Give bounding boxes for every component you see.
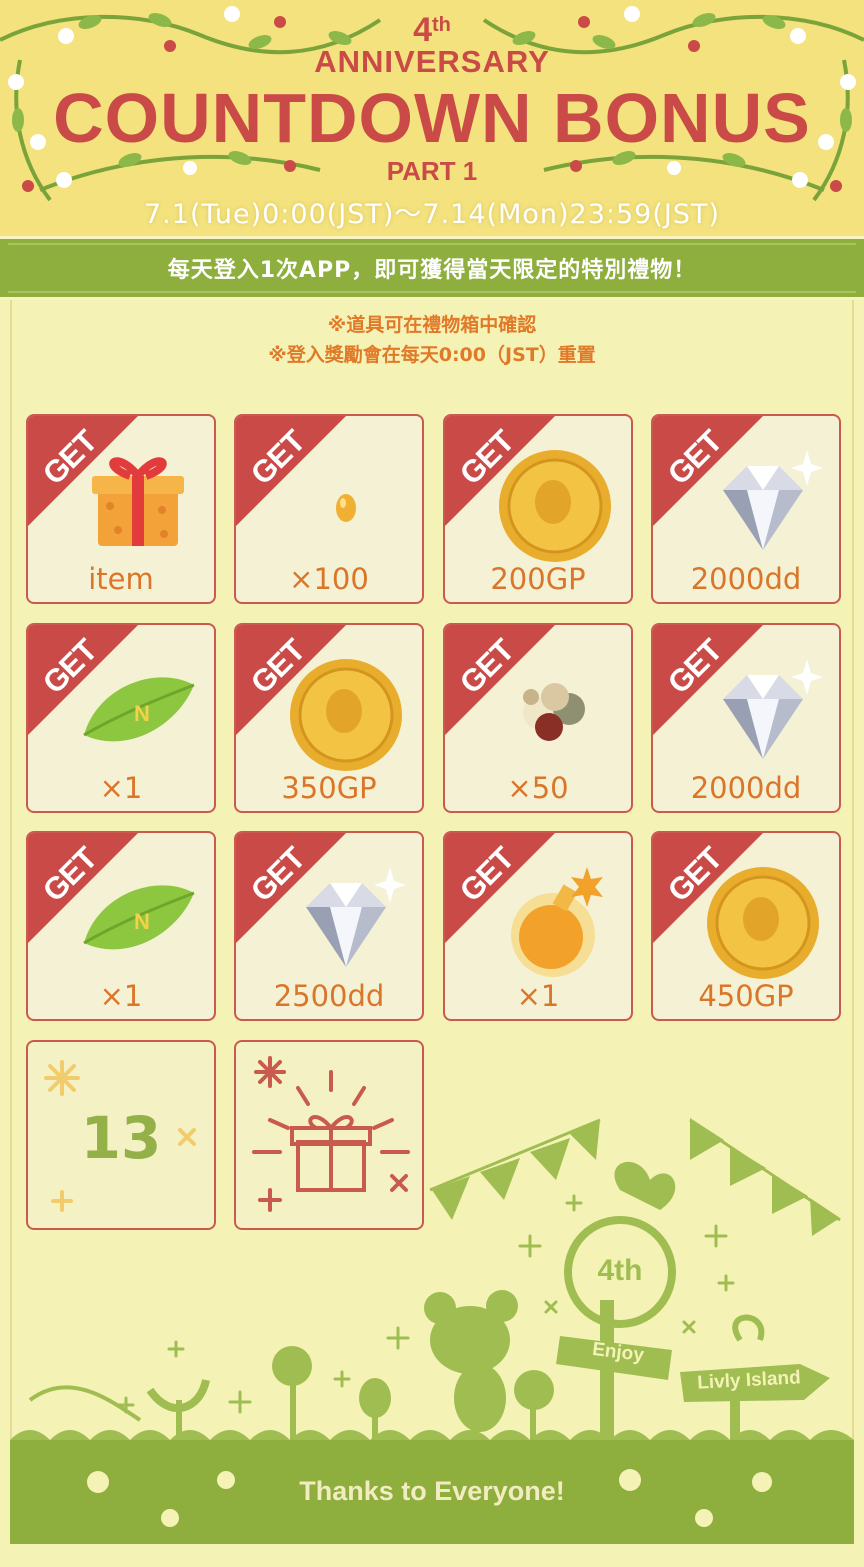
reward-label: 2000dd — [690, 562, 802, 596]
reward-label: ×1 — [99, 979, 143, 1013]
reward-label: 350GP — [281, 771, 377, 805]
reward-label: 450GP — [698, 979, 794, 1013]
badge-4th: 4th — [413, 11, 451, 49]
reward-label: ×100 — [289, 562, 369, 596]
reward-cell[interactable]: GET ×50 — [443, 623, 633, 813]
notes: ※道具可在禮物箱中確認 ※登入獎勵會在每天0:00（JST）重置 — [0, 310, 864, 370]
reward-label: 2000dd — [690, 771, 802, 805]
reward-cell[interactable]: GET 200GP — [443, 414, 633, 604]
reward-cell[interactable]: GET 2000dd — [651, 623, 841, 813]
reward-label: 200GP — [490, 562, 586, 596]
reward-cell[interactable]: GET 450GP — [651, 831, 841, 1021]
reward-cell[interactable]: GET item — [26, 414, 216, 604]
reward-label: item — [88, 562, 154, 596]
note-gift-box: ※道具可在禮物箱中確認 — [327, 314, 537, 336]
page-title: COUNTDOWN BONUS — [53, 79, 811, 157]
reward-cell[interactable]: GET ×1 — [443, 831, 633, 1021]
reward-label: ×1 — [516, 979, 560, 1013]
note-reset-time: ※登入獎勵會在每天0:00（JST）重置 — [268, 344, 596, 366]
reward-cell[interactable]: GET 350GP — [234, 623, 424, 813]
reward-cell[interactable]: N GET ×1 — [26, 623, 216, 813]
reward-label: ×1 — [99, 771, 143, 805]
banner-text: 每天登入1次APP，即可獲得當天限定的特別禮物！ — [167, 258, 697, 283]
reward-cell[interactable]: GET 2000dd — [651, 414, 841, 604]
reward-cell[interactable]: N GET ×1 — [26, 831, 216, 1021]
reward-label: 2500dd — [273, 979, 385, 1013]
date-range: 7.1(Tue)0:00(JST)～7.14(Mon)23:59(JST) — [144, 199, 720, 230]
thanks-message: Thanks to Everyone! — [299, 1476, 565, 1506]
reward-cell[interactable]: GET 2500dd — [234, 831, 424, 1021]
anniversary-label: ANNIVERSARY — [314, 44, 550, 79]
sign-4th: 4th — [597, 1254, 643, 1287]
header: 4th ANNIVERSARY COUNTDOWN BONUS PART 1 7… — [0, 0, 864, 236]
reward-cell[interactable]: GET ×100 — [234, 414, 424, 604]
part-label: PART 1 — [386, 156, 478, 186]
reward-label: ×50 — [507, 771, 569, 805]
